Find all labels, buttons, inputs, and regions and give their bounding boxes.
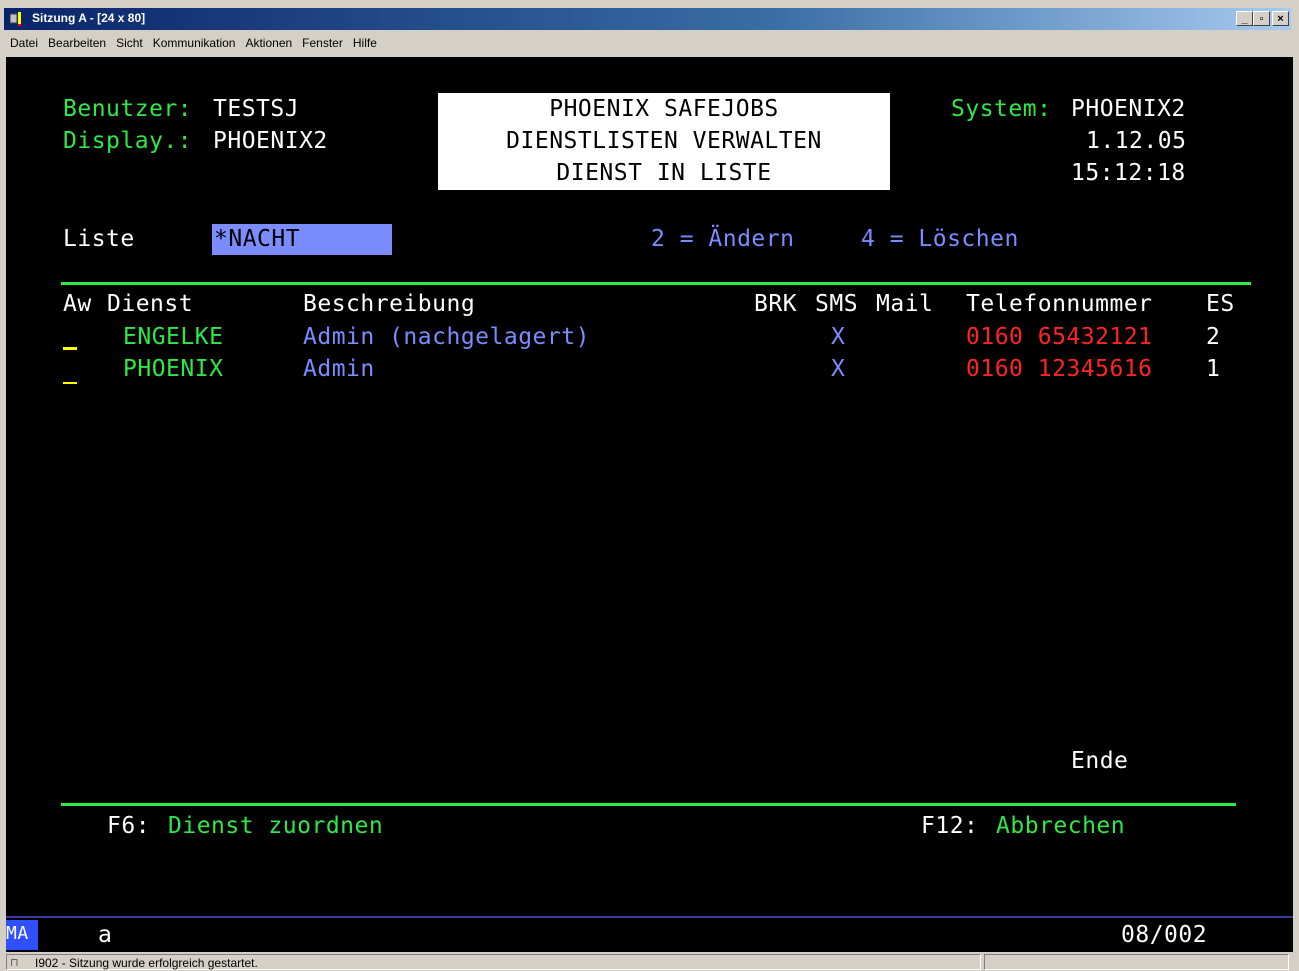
time-value: 15:12:18: [1071, 160, 1186, 186]
footer-divider: [61, 803, 1236, 806]
row-1-beschreibung: Admin (nachgelagert): [303, 324, 590, 350]
menu-aktionen[interactable]: Aktionen: [239, 34, 296, 54]
menu-kommunikation[interactable]: Kommunikation: [147, 34, 240, 54]
header-line-screen: DIENST IN LISTE: [556, 160, 772, 186]
display-value: PHOENIX2: [213, 128, 328, 154]
header-line-app: PHOENIX SAFEJOBS: [549, 96, 779, 122]
f12-key: F12:: [921, 813, 979, 839]
col-es: ES: [1206, 291, 1235, 317]
terminal-window: Sitzung A - [24 x 80] _ ▫ × Datei Bearbe…: [0, 0, 1299, 971]
col-sms: SMS: [815, 291, 859, 317]
row-2-dienst: PHOENIX: [123, 356, 224, 382]
col-aw: Aw: [63, 291, 92, 317]
title-bar[interactable]: Sitzung A - [24 x 80] _ ▫ ×: [4, 8, 1291, 30]
close-icon: ×: [1277, 13, 1284, 25]
col-telefon: Telefonnummer: [966, 291, 1153, 317]
menu-bearbeiten[interactable]: Bearbeiten: [42, 34, 110, 54]
maximize-icon: ▫: [1259, 13, 1264, 25]
menu-sicht[interactable]: Sicht: [110, 34, 147, 54]
maximize-button[interactable]: ▫: [1253, 11, 1270, 26]
menu-hilfe[interactable]: Hilfe: [347, 34, 381, 54]
col-brk: BRK: [754, 291, 798, 317]
status-bar: ⊓ I902 - Sitzung wurde erfolgreich gesta…: [4, 953, 1291, 971]
window-title: Sitzung A - [24 x 80]: [32, 11, 146, 25]
screen-header-box: PHOENIX SAFEJOBS DIENSTLISTEN VERWALTEN …: [438, 93, 890, 190]
row-2-beschreibung: Admin: [303, 356, 375, 382]
col-dienst: Dienst: [107, 291, 194, 317]
row-1-telefon: 0160 65432121: [966, 324, 1153, 350]
cursor-position: 08/002: [1121, 922, 1208, 948]
system-label: System:: [951, 96, 1052, 122]
user-value: TESTSJ: [213, 96, 300, 122]
ma-indicator: MA: [6, 920, 38, 950]
status-message-pane: ⊓ I902 - Sitzung wurde erfolgreich gesta…: [6, 954, 981, 970]
header-line-module: DIENSTLISTEN VERWALTEN: [506, 128, 822, 154]
date-value: 1.12.05: [1086, 128, 1187, 154]
row-2-sms: X: [831, 356, 846, 382]
row-2-telefon: 0160 12345616: [966, 356, 1153, 382]
end-marker: Ende: [1071, 748, 1129, 774]
list-label: Liste: [63, 226, 135, 252]
f12-action[interactable]: Abbrechen: [996, 812, 1125, 840]
f6-action[interactable]: Dienst zuordnen: [168, 812, 383, 840]
col-beschreibung: Beschreibung: [303, 291, 476, 317]
close-button[interactable]: ×: [1272, 11, 1289, 26]
row-1-es: 2: [1206, 324, 1221, 350]
operator-info-area: MA a 08/002: [6, 916, 1293, 952]
menu-fenster[interactable]: Fenster: [296, 34, 347, 54]
option-change: 2 = Ändern: [651, 226, 795, 252]
status-extra-pane: [984, 954, 1289, 970]
row-1-sms: X: [831, 324, 846, 350]
row-2-selection-input[interactable]: [63, 382, 77, 384]
user-label: Benutzer:: [63, 96, 193, 122]
option-delete: 4 = Löschen: [861, 226, 1019, 252]
row-1-dienst: ENGELKE: [123, 324, 224, 350]
header-divider: [61, 282, 1251, 285]
terminal-screen[interactable]: Benutzer: TESTSJ Display.: PHOENIX2 PHOE…: [6, 57, 1293, 917]
minimize-icon: _: [1241, 13, 1248, 25]
list-input[interactable]: *NACHT: [212, 224, 392, 255]
row-1-selection-input[interactable]: [63, 347, 77, 350]
row-2-es: 1: [1206, 356, 1221, 382]
minimize-button[interactable]: _: [1236, 11, 1253, 26]
menu-bar: Datei Bearbeiten Sicht Kommunikation Akt…: [4, 34, 381, 54]
system-value: PHOENIX2: [1071, 96, 1186, 122]
menu-datei[interactable]: Datei: [4, 34, 42, 54]
terminal-app-icon: [10, 12, 21, 26]
connection-icon: ⊓: [10, 957, 19, 969]
f6-key: F6:: [107, 813, 151, 839]
list-input-value: *NACHT: [214, 226, 301, 252]
input-mode-indicator: a: [98, 922, 113, 948]
status-message: I902 - Sitzung wurde erfolgreich gestart…: [35, 956, 258, 970]
display-label: Display.:: [63, 128, 193, 154]
col-mail: Mail: [876, 291, 934, 317]
